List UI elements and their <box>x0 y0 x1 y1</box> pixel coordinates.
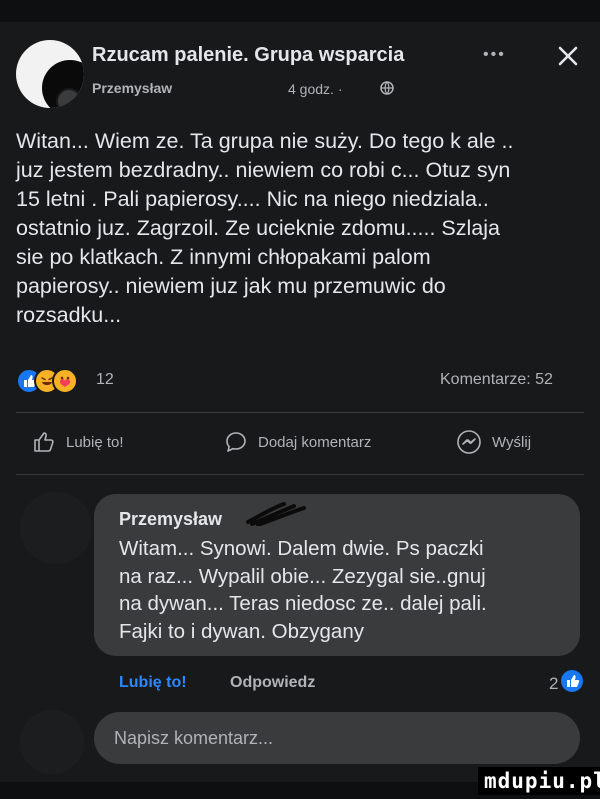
comment-author-avatar[interactable] <box>20 492 92 564</box>
thumbs-up-icon <box>34 432 54 452</box>
comment-icon <box>226 432 246 452</box>
like-button-label: Lubię to! <box>66 433 124 451</box>
care-icon <box>52 368 78 394</box>
divider <box>16 474 584 475</box>
comment-button[interactable]: Dodaj komentarz <box>224 428 371 456</box>
comment-button-label: Dodaj komentarz <box>258 433 372 451</box>
comment-input[interactable] <box>94 712 580 764</box>
comment-text: Witam... Synowi. Dalem dwie. Ps paczki n… <box>119 537 487 643</box>
comment-reaction-count[interactable]: 2 <box>549 674 558 694</box>
author-avatar[interactable] <box>56 88 82 108</box>
divider <box>16 412 584 413</box>
post-time[interactable]: 4 godz. · <box>288 81 342 97</box>
like-icon <box>561 670 583 692</box>
comment-like-button[interactable]: Lubię to! <box>119 674 187 692</box>
comments-count[interactable]: Komentarze: 52 <box>440 371 553 389</box>
redaction-scribble <box>246 502 306 526</box>
close-icon[interactable] <box>556 44 580 68</box>
post-author[interactable]: Przemysław <box>92 80 172 96</box>
current-user-avatar <box>20 710 84 774</box>
globe-icon <box>380 81 394 95</box>
comment-reply-button[interactable]: Odpowiedz <box>230 674 315 692</box>
post-text: Witan... Wiem ze. Ta grupa nie suży. Do … <box>16 129 514 327</box>
watermark: mdupiu.pl <box>478 767 600 795</box>
send-button[interactable]: Wyślij <box>456 428 531 456</box>
comment-author[interactable]: Przemysław <box>119 509 222 530</box>
messenger-icon <box>457 430 481 454</box>
group-avatar[interactable] <box>16 40 84 108</box>
group-name[interactable]: Rzucam palenie. Grupa wsparcia <box>92 44 404 67</box>
like-button[interactable]: Lubię to! <box>32 428 124 456</box>
top-status-bar <box>0 0 600 22</box>
send-button-label: Wyślij <box>492 433 532 451</box>
more-horizontal-icon[interactable]: ••• <box>483 46 506 64</box>
reaction-count: 12 <box>96 371 114 388</box>
